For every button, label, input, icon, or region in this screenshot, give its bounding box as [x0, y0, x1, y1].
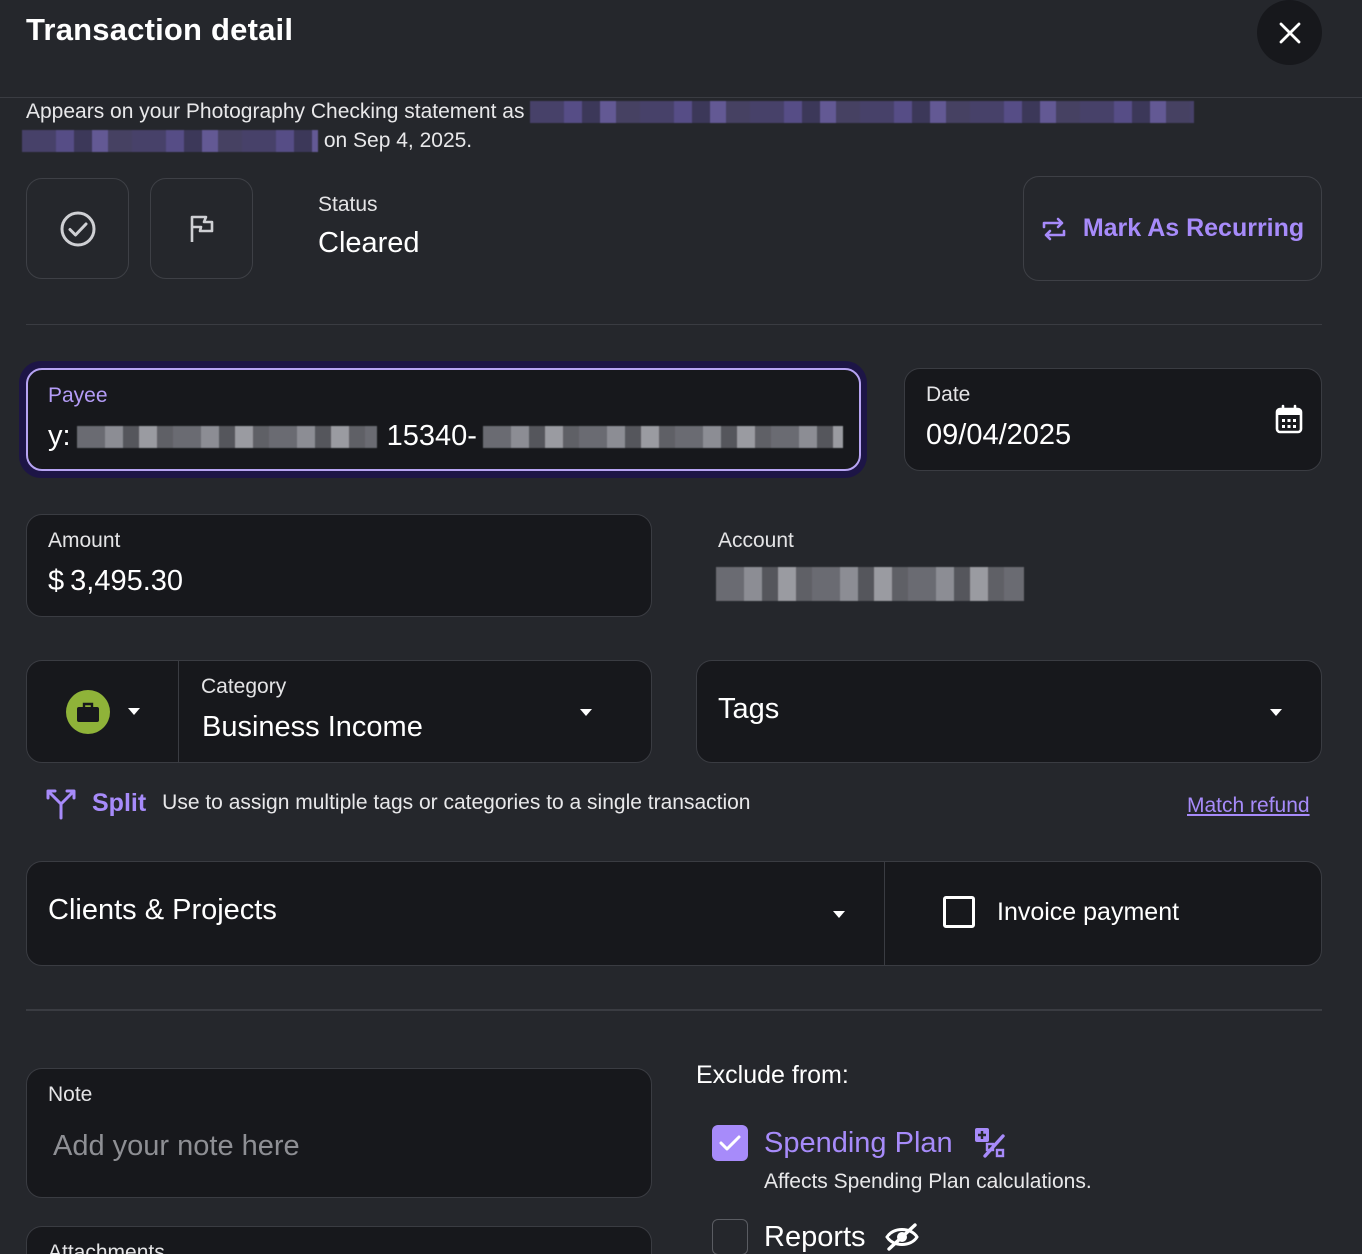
payee-value-start: y:: [48, 420, 71, 452]
briefcase-glyph: [76, 702, 99, 722]
status-value: Cleared: [318, 227, 420, 259]
reports-option[interactable]: Reports: [712, 1219, 920, 1254]
payee-field[interactable]: Payee y: 15340-: [26, 368, 861, 471]
chevron-down-icon: [127, 708, 140, 715]
date-field[interactable]: Date 09/04/2025: [904, 368, 1322, 471]
note-input[interactable]: Add your note here: [53, 1130, 300, 1163]
amount-value: 3,495.30: [70, 565, 184, 597]
spending-plan-checkbox[interactable]: [712, 1125, 748, 1161]
clients-projects-label: Clients & Projects: [48, 894, 277, 926]
section-divider: [26, 324, 1322, 325]
check-circle-icon: [60, 211, 95, 246]
percent-plus-icon: [974, 1128, 1005, 1158]
close-button[interactable]: [1257, 0, 1322, 65]
date-value: 09/04/2025: [926, 419, 1072, 451]
reports-label: Reports: [764, 1220, 866, 1253]
account-label: Account: [718, 529, 794, 552]
checkmark-icon: [719, 1135, 741, 1151]
payee-input[interactable]: y: 15340-: [48, 420, 843, 453]
category-field[interactable]: Category Business Income: [26, 660, 652, 763]
amount-label: Amount: [48, 529, 121, 552]
attachments-field[interactable]: Attachments: [26, 1226, 652, 1254]
invoice-payment-checkbox[interactable]: [943, 896, 975, 928]
chevron-down-icon: [580, 709, 592, 716]
spending-plan-option[interactable]: Spending Plan: [712, 1125, 1007, 1161]
note-field[interactable]: Note Add your note here: [26, 1068, 652, 1198]
redacted-account-value: [716, 567, 1024, 601]
cleared-toggle-button[interactable]: [26, 178, 129, 279]
redacted-payee-rest: [482, 425, 843, 448]
invoice-payment-option[interactable]: Invoice payment: [943, 896, 1179, 928]
spending-plan-description: Affects Spending Plan calculations.: [764, 1170, 1092, 1193]
currency-symbol: $: [48, 565, 65, 597]
repeat-icon: [1042, 217, 1066, 240]
mark-as-recurring-button[interactable]: Mark As Recurring: [1023, 176, 1322, 281]
split-button[interactable]: Split: [92, 789, 146, 818]
chevron-down-icon: [833, 911, 845, 918]
eye-off-icon: [884, 1223, 919, 1251]
redacted-statement-name-cont: [22, 130, 318, 153]
match-refund-link[interactable]: Match refund: [1187, 794, 1310, 818]
page-title: Transaction detail: [26, 12, 294, 47]
statement-prefix: Appears on your Photography Checking sta…: [26, 100, 525, 123]
split-icon[interactable]: [44, 786, 78, 820]
exclude-from-title: Exclude from:: [696, 1061, 849, 1089]
flag-icon: [190, 215, 213, 242]
tags-placeholder: Tags: [718, 693, 780, 725]
tags-select[interactable]: Tags: [696, 660, 1322, 763]
flag-button[interactable]: [150, 178, 253, 279]
attachments-label: Attachments: [48, 1241, 165, 1254]
calendar-icon[interactable]: [1275, 404, 1303, 434]
invoice-payment-label: Invoice payment: [997, 897, 1180, 926]
split-row: Split Use to assign multiple tags or cat…: [44, 786, 750, 820]
note-label: Note: [48, 1083, 93, 1106]
amount-field[interactable]: Amount $ 3,495.30: [26, 514, 652, 617]
status-label: Status: [318, 193, 378, 216]
payee-value-mid: 15340-: [386, 420, 477, 452]
amount-input[interactable]: $ 3,495.30: [48, 565, 183, 598]
chevron-down-icon: [1270, 709, 1282, 716]
payee-label: Payee: [48, 384, 108, 407]
date-label: Date: [926, 383, 971, 406]
spending-plan-label: Spending Plan: [764, 1126, 953, 1159]
clients-projects-select[interactable]: Clients & Projects: [27, 862, 885, 965]
section-divider: [26, 1009, 1322, 1011]
split-description: Use to assign multiple tags or categorie…: [162, 791, 751, 814]
category-icon-picker[interactable]: [27, 661, 179, 762]
clients-projects-row: Clients & Projects Invoice payment: [26, 861, 1322, 966]
category-label: Category: [201, 675, 287, 698]
reports-checkbox[interactable]: [712, 1219, 748, 1254]
redacted-statement-name: [530, 101, 1195, 124]
category-value: Business Income: [202, 711, 423, 743]
statement-description: Appears on your Photography Checking sta…: [22, 97, 1266, 155]
statement-suffix: on Sep 4, 2025.: [323, 129, 473, 152]
redacted-payee-part: [76, 425, 377, 448]
briefcase-icon: [65, 689, 110, 734]
mark-as-recurring-label: Mark As Recurring: [1082, 214, 1305, 242]
close-icon: [1279, 22, 1300, 43]
